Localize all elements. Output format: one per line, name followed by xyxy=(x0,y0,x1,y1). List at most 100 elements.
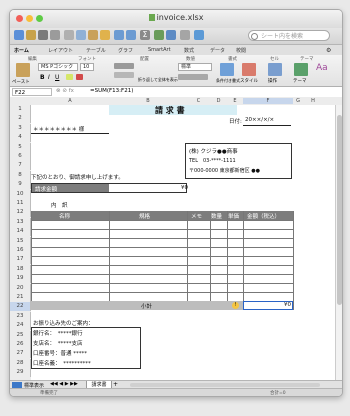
ribbon-options-icon[interactable]: ⚙ xyxy=(326,47,331,54)
table-row-line xyxy=(31,247,293,248)
tab-review[interactable]: 校閲 xyxy=(236,47,246,54)
row-header-18[interactable]: 18 xyxy=(10,264,31,274)
tab-home[interactable]: ホーム xyxy=(14,47,29,54)
column-header-f[interactable]: F xyxy=(243,98,293,104)
row-header-15[interactable]: 15 xyxy=(10,236,31,246)
formula-input[interactable]: =SUM(F13:F21) xyxy=(90,88,133,94)
column-header-d[interactable]: D xyxy=(210,98,227,104)
add-sheet-icon[interactable]: + xyxy=(113,381,118,388)
row-header-10[interactable]: 10 xyxy=(10,189,31,199)
copy-icon[interactable] xyxy=(76,30,86,40)
font-color-icon[interactable] xyxy=(76,74,83,80)
row-header-5[interactable]: 5 xyxy=(10,142,31,152)
cells-actions-icon[interactable] xyxy=(268,63,282,76)
row-header-6[interactable]: 6 xyxy=(10,152,31,161)
styles-icon[interactable] xyxy=(242,63,256,76)
sheet-nav-icons[interactable]: ◀◀ ◀ ▶ ▶▶ xyxy=(50,381,78,387)
sort-icon[interactable] xyxy=(154,30,164,40)
italic-button[interactable]: I xyxy=(48,74,50,81)
row-header-4[interactable]: 4 xyxy=(10,133,31,143)
name-box[interactable]: F22 xyxy=(12,88,52,96)
underline-button[interactable]: U xyxy=(55,74,59,81)
font-theme-icon[interactable]: Aa xyxy=(316,63,328,73)
help-icon[interactable] xyxy=(194,30,204,40)
error-check-icon[interactable]: ! xyxy=(232,302,239,309)
font-size-select[interactable]: 10 xyxy=(80,63,94,71)
tab-smartart[interactable]: SmartArt xyxy=(148,47,171,53)
table-row-line xyxy=(31,256,293,257)
column-header-b[interactable]: B xyxy=(109,98,187,104)
tab-tables[interactable]: テーブル xyxy=(86,47,106,54)
number-style-icons[interactable] xyxy=(178,74,208,80)
row-header-3[interactable]: 3 xyxy=(10,123,31,133)
row-header-26[interactable]: 26 xyxy=(10,340,31,349)
indent-icon[interactable] xyxy=(114,72,134,78)
column-header-a[interactable]: A xyxy=(31,98,109,104)
row-header-2[interactable]: 2 xyxy=(10,114,31,124)
row-header-21[interactable]: 21 xyxy=(10,293,31,302)
filter-icon[interactable] xyxy=(166,30,176,40)
tab-charts[interactable]: グラフ xyxy=(118,47,133,54)
search-input[interactable]: シート内を検索 xyxy=(248,30,330,41)
gallery-icon[interactable] xyxy=(180,30,190,40)
conditional-format-icon[interactable] xyxy=(220,63,234,76)
row-header-22[interactable]: 22 xyxy=(10,302,31,312)
redo-icon[interactable] xyxy=(126,30,136,40)
new-icon[interactable] xyxy=(14,30,24,40)
row-header-11[interactable]: 11 xyxy=(10,199,31,208)
themes-icon[interactable] xyxy=(294,63,308,76)
excel-file-icon xyxy=(148,14,155,21)
row-header-12[interactable]: 12 xyxy=(10,208,31,218)
wrap-text-button[interactable]: 折り返して全体を表示 xyxy=(138,77,178,83)
group-font-label: フォント xyxy=(78,57,96,62)
row-header-8[interactable]: 8 xyxy=(10,170,31,180)
cut-icon[interactable] xyxy=(64,30,74,40)
font-name-select[interactable]: MS Pゴシック xyxy=(38,63,78,71)
number-format-select[interactable]: 標準 xyxy=(178,63,212,71)
table-column-line xyxy=(293,211,294,310)
print-icon[interactable] xyxy=(50,30,60,40)
open-icon[interactable] xyxy=(26,30,36,40)
formula-buttons-icon[interactable]: ⊗ ⊘ fx xyxy=(56,88,74,94)
worksheet[interactable]: 請 求 書 日付: 20××/×/× ＊＊＊＊＊＊＊＊ 様 (株) クジラ●●商… xyxy=(31,105,336,380)
row-header-16[interactable]: 16 xyxy=(10,246,31,255)
column-header-g[interactable]: G xyxy=(293,98,303,104)
horizontal-scrollbar[interactable] xyxy=(130,383,320,387)
tab-data[interactable]: データ xyxy=(210,47,225,54)
table-row-line xyxy=(31,220,293,221)
fill-color-icon[interactable] xyxy=(66,74,73,80)
column-header-e[interactable]: E xyxy=(227,98,243,104)
group-format-label: 書式 xyxy=(228,57,237,62)
row-header-1[interactable]: 1 xyxy=(10,105,31,114)
scroll-thumb[interactable] xyxy=(337,115,342,305)
column-header-c[interactable]: C xyxy=(187,98,210,104)
row-header-28[interactable]: 28 xyxy=(10,358,31,368)
table-row-line xyxy=(31,265,293,266)
format-painter-icon[interactable] xyxy=(100,30,110,40)
undo-icon[interactable] xyxy=(114,30,124,40)
align-icon[interactable] xyxy=(114,63,134,69)
row-header-19[interactable]: 19 xyxy=(10,274,31,284)
row-header-14[interactable]: 14 xyxy=(10,227,31,237)
header-spec: 規格 xyxy=(139,214,151,220)
row-header-27[interactable]: 27 xyxy=(10,349,31,359)
row-header-29[interactable]: 29 xyxy=(10,368,31,378)
row-header-24[interactable]: 24 xyxy=(10,321,31,331)
row-header-9[interactable]: 9 xyxy=(10,180,31,190)
paste-icon[interactable] xyxy=(16,63,30,77)
tab-formulas[interactable]: 数式 xyxy=(184,47,194,54)
save-icon[interactable] xyxy=(38,30,48,40)
tab-layout[interactable]: レイアウト xyxy=(48,47,73,54)
paste-icon[interactable] xyxy=(88,30,98,40)
row-header-23[interactable]: 23 xyxy=(10,311,31,321)
amount-value: ¥0 xyxy=(181,185,188,191)
row-header-17[interactable]: 17 xyxy=(10,255,31,265)
bold-button[interactable]: B xyxy=(40,74,45,81)
row-header-20[interactable]: 20 xyxy=(10,283,31,293)
column-header-h[interactable]: H xyxy=(303,98,323,104)
row-header-13[interactable]: 13 xyxy=(10,217,31,227)
vertical-scrollbar[interactable] xyxy=(335,105,342,380)
autosum-icon[interactable]: Σ xyxy=(140,30,150,40)
row-header-7[interactable]: 7 xyxy=(10,161,31,171)
row-header-25[interactable]: 25 xyxy=(10,330,31,340)
